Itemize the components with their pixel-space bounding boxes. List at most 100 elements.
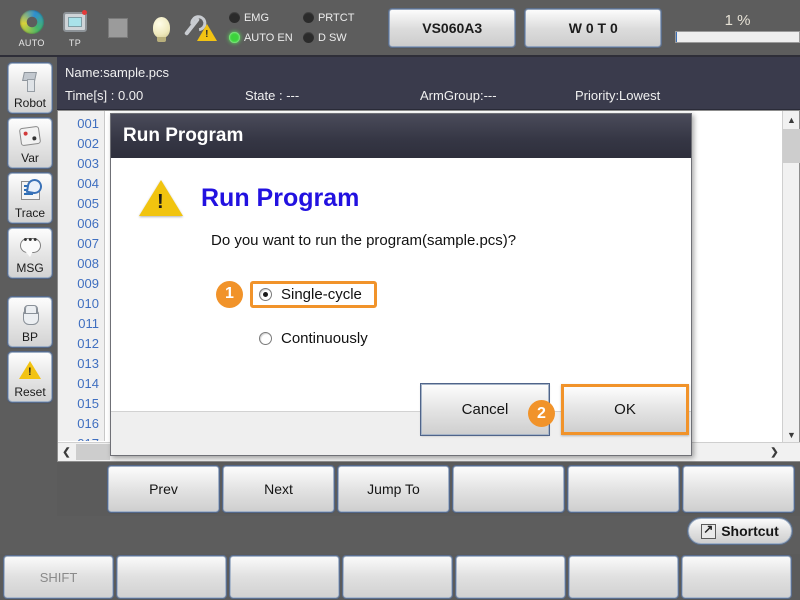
program-priority-label: Priority:Lowest [575,88,661,103]
sidebar-item-robot[interactable]: Robot [7,62,53,114]
function-button-empty-3[interactable] [452,465,565,513]
external-link-icon [701,522,717,539]
function-button-empty-5[interactable] [682,465,795,513]
editor-line-number: 007 [77,236,99,251]
dialog-titlebar: Run Program [111,114,691,158]
shift-button-shift[interactable]: SHIFT [3,555,114,599]
ok-button[interactable]: OK [561,384,689,435]
warning-triangle-icon [139,180,183,216]
d-sw-led-indicator [302,32,314,43]
sidebar-item-robot-label: Robot [13,96,47,110]
trace-icon [9,174,51,207]
variable-icon [9,119,51,152]
led-prtct: PRTCT [302,11,377,24]
function-button-empty-4[interactable] [567,465,680,513]
reset-warning-icon [9,353,51,386]
function-button-next[interactable]: Next [222,465,335,513]
editor-line-number: 016 [77,416,99,431]
shift-button-empty-4[interactable] [455,555,566,599]
function-button-jump-to[interactable]: Jump To [337,465,450,513]
speed-indicator[interactable]: 1 % [675,12,800,43]
editor-line-number: 005 [77,196,99,211]
shift-button-empty-6[interactable] [681,555,792,599]
step-badge-2: 2 [528,400,555,427]
function-button-prev[interactable]: Prev [107,465,220,513]
emg-led-indicator [228,12,240,23]
dialog-body: Run Program Do you want to run the progr… [111,158,691,411]
wrench-warning-glyph [184,13,218,43]
option-single-cycle-row: 1 Single-cycle [216,277,691,311]
led-emg: EMG [228,11,303,24]
program-info-bar: Name:sample.pcs Time[s] : 0.00 State : -… [57,57,800,110]
auto-mode-icon[interactable]: AUTO [10,2,53,54]
program-time-label: Time[s] : 0.00 [65,88,144,103]
editor-line-number: 011 [78,316,99,331]
shift-button-row: SHIFT [3,555,797,599]
radio-single-cycle[interactable] [259,287,272,301]
sidebar-item-reset[interactable]: Reset [7,351,53,403]
tp-device-glyph [62,7,87,37]
auto-en-led-indicator [228,32,240,43]
option-single-cycle-label: Single-cycle [281,285,362,303]
sidebar-item-msg[interactable]: MSG [7,227,53,279]
horizontal-scroll-thumb[interactable] [76,444,110,460]
shift-button-empty-1[interactable] [116,555,227,599]
sidebar-item-var[interactable]: Var [7,117,53,169]
editor-line-number: 017 [58,434,104,441]
led-d-sw: D SW [302,31,377,44]
shortcut-button[interactable]: Shortcut [687,517,793,545]
shortcut-label: Shortcut [721,523,779,539]
program-name-label: Name:sample.pcs [65,65,170,80]
auto-en-led-label: AUTO EN [243,31,293,44]
function-button-row: Prev Next Jump To [107,465,798,513]
shift-button-empty-3[interactable] [342,555,453,599]
prtct-led-indicator [302,12,314,23]
robot-model-button[interactable]: VS060A3 [387,7,517,48]
shift-button-empty-2[interactable] [229,555,340,599]
sidebar-item-trace[interactable]: Trace [7,172,53,224]
vertical-scroll-thumb[interactable] [783,129,800,163]
editor-line-number-gutter: 001 002 003 004 005 006 007 008 009 010 011 012 013 0… [58,111,105,441]
program-armgroup-label: ArmGroup:--- [420,88,497,103]
breakpoint-hand-icon [9,298,51,331]
maintenance-warning-icon[interactable] [183,2,223,54]
shortcut-strip [0,516,800,554]
scroll-left-icon[interactable]: ❮ [58,443,75,461]
stop-square-icon[interactable] [97,2,140,54]
left-sidebar: Robot Var Trace MSG BP Reset [0,57,57,521]
editor-line-number: 013 [77,356,99,371]
program-state-label: State : --- [245,88,300,103]
radio-continuously[interactable] [259,331,272,345]
editor-line-number: 010 [77,296,99,311]
status-led-group: EMG PRTCT AUTO EN D SW [228,8,377,48]
option-continuously-label: Continuously [281,329,368,347]
sidebar-item-msg-label: MSG [16,261,44,275]
d-sw-led-label: D SW [317,31,347,44]
auto-mode-label: AUTO [18,38,45,48]
run-program-dialog: Run Program Run Program Do you want to r… [110,113,692,456]
scroll-down-icon[interactable]: ▼ [783,426,800,443]
speed-progress-bar[interactable] [675,31,800,43]
scroll-up-icon[interactable]: ▲ [783,111,800,128]
dialog-question-text: Do you want to run the program(sample.pc… [211,232,517,249]
work-tool-button[interactable]: W 0 T 0 [524,7,663,48]
teach-pendant-icon[interactable]: TP [53,2,96,54]
emg-led-label: EMG [243,11,270,24]
editor-line-number: 002 [77,136,99,151]
option-continuously-row[interactable]: Continuously [216,321,691,355]
editor-vertical-scrollbar[interactable]: ▲ ▼ [782,111,800,443]
editor-line-number: 001 [77,116,99,131]
led-auto-en: AUTO EN [228,31,303,44]
teach-pendant-screen: AUTO TP EMG PRTCT [0,0,800,600]
lamp-icon[interactable] [140,2,183,54]
editor-line-number: 004 [77,176,99,191]
editor-line-number: 012 [77,336,99,351]
lamp-glyph [153,13,171,43]
scroll-right-icon[interactable]: ❯ [766,443,783,461]
dialog-footer: Cancel 2 OK [111,383,691,455]
shift-button-empty-5[interactable] [568,555,679,599]
top-toolbar: AUTO TP EMG PRTCT [0,0,800,57]
option-single-cycle-highlight[interactable]: Single-cycle [250,280,377,308]
prtct-led-label: PRTCT [317,11,355,24]
sidebar-item-bp[interactable]: BP [7,296,53,348]
